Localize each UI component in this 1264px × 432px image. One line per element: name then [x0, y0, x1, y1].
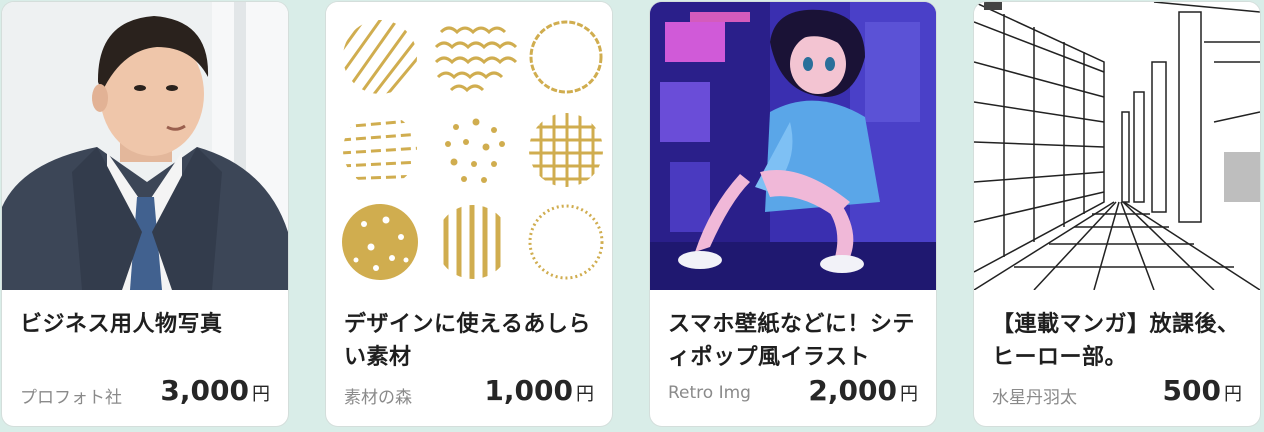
manga-street-lineart-image [974, 2, 1260, 290]
price-currency: 円 [1224, 384, 1242, 405]
price-value: 2,000 [808, 374, 897, 407]
product-title[interactable]: デザインに使えるあしらい素材 [344, 308, 598, 374]
product-price: 1,000 円 [484, 374, 594, 407]
product-author[interactable]: プロフォト社 [20, 383, 122, 408]
product-thumbnail[interactable] [326, 2, 612, 290]
price-value: 1,000 [484, 374, 573, 407]
product-title[interactable]: 【連載マンガ】放課後、ヒーロー部。 [992, 308, 1246, 374]
price-currency: 円 [900, 384, 918, 405]
gold-pattern-circles-image [326, 2, 612, 290]
product-card[interactable]: デザインに使えるあしらい素材 素材の森 1,000 円 [326, 2, 612, 426]
product-title[interactable]: スマホ壁紙などに！シティポップ風イラスト [668, 308, 922, 374]
citypop-anime-girl-image [650, 2, 936, 290]
product-thumbnail[interactable] [650, 2, 936, 290]
business-portrait-image [2, 2, 288, 290]
product-price: 500 円 [1163, 374, 1242, 407]
product-price: 2,000 円 [808, 374, 918, 407]
product-thumbnail[interactable] [974, 2, 1260, 290]
price-currency: 円 [576, 384, 594, 405]
product-title[interactable]: ビジネス用人物写真 [20, 308, 274, 341]
product-card[interactable]: スマホ壁紙などに！シティポップ風イラスト Retro Img 2,000 円 [650, 2, 936, 426]
product-author[interactable]: 素材の森 [344, 383, 412, 408]
product-price: 3,000 円 [160, 374, 270, 407]
product-card[interactable]: 【連載マンガ】放課後、ヒーロー部。 水星丹羽太 500 円 [974, 2, 1260, 426]
product-card[interactable]: ビジネス用人物写真 プロフォト社 3,000 円 [2, 2, 288, 426]
product-author[interactable]: Retro Img [668, 383, 751, 403]
price-currency: 円 [252, 384, 270, 405]
price-value: 3,000 [160, 374, 249, 407]
product-author[interactable]: 水星丹羽太 [992, 383, 1077, 408]
product-thumbnail[interactable] [2, 2, 288, 290]
price-value: 500 [1162, 374, 1221, 407]
